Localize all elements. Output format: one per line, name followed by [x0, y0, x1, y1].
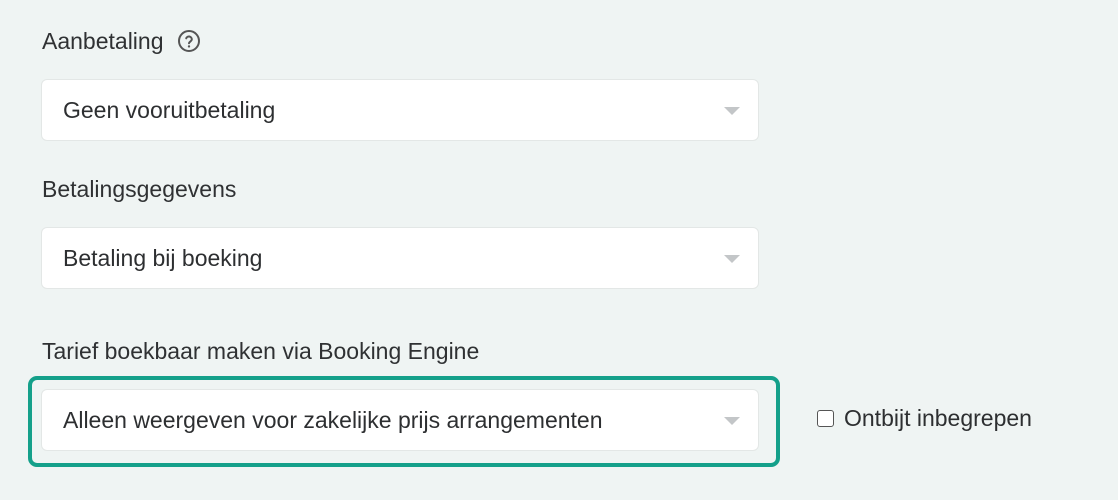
breakfast-included-checkbox[interactable] — [817, 410, 834, 427]
chevron-down-icon — [724, 417, 740, 425]
booking-engine-select-value: Alleen weergeven voor zakelijke prijs ar… — [63, 406, 603, 433]
booking-engine-label: Tarief boekbaar maken via Booking Engine — [42, 338, 480, 364]
chevron-down-icon — [724, 107, 740, 115]
aanbetaling-select-value: Geen vooruitbetaling — [63, 96, 276, 123]
chevron-down-icon — [724, 255, 740, 263]
breakfast-included-label: Ontbijt inbegrepen — [844, 405, 1032, 431]
booking-engine-select[interactable]: Alleen weergeven voor zakelijke prijs ar… — [41, 389, 759, 451]
betalingsgegevens-select-value: Betaling bij boeking — [63, 244, 263, 271]
aanbetaling-label: Aanbetaling — [42, 28, 164, 54]
aanbetaling-label-row: Aanbetaling — [42, 27, 201, 55]
breakfast-included-option[interactable]: Ontbijt inbegrepen — [817, 405, 1032, 432]
betalingsgegevens-select[interactable]: Betaling bij boeking — [41, 227, 759, 289]
betalingsgegevens-label: Betalingsgegevens — [42, 176, 237, 202]
question-circle-icon[interactable] — [177, 29, 201, 53]
aanbetaling-select[interactable]: Geen vooruitbetaling — [41, 79, 759, 141]
